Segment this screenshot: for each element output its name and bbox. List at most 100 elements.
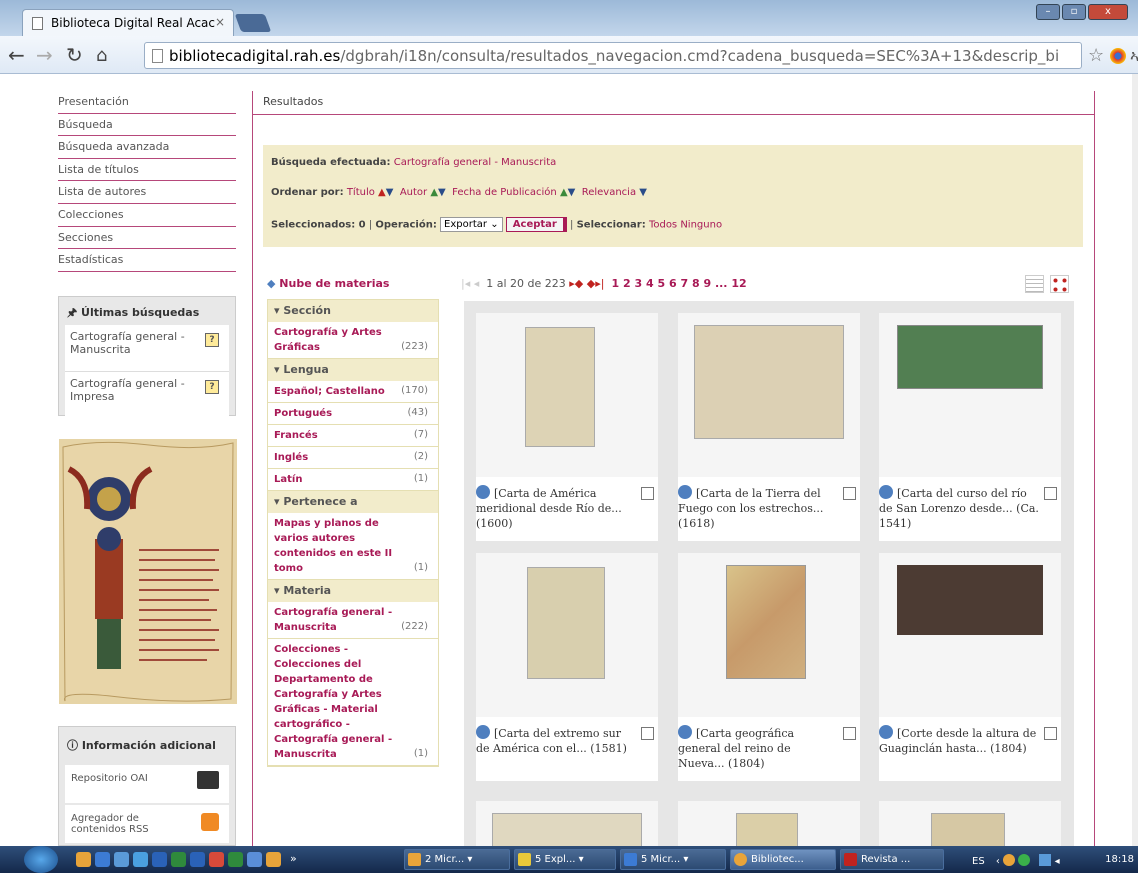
clock[interactable]: 18:18 [1105,854,1134,865]
result-card[interactable] [476,801,658,846]
sort-author[interactable]: Autor [400,187,427,198]
desktop-quicklaunch-icon[interactable] [95,852,110,867]
nav-busqueda[interactable]: Búsqueda [58,114,236,137]
facet-header[interactable]: ▾ Sección [268,300,438,322]
reload-icon[interactable]: ↻ [66,43,83,67]
last-page-icon[interactable]: ◆▸| [587,277,605,290]
result-thumbnail[interactable] [476,553,658,717]
language-indicator[interactable]: ES [972,856,985,867]
page-link[interactable]: ... 12 [715,277,747,290]
first-page-icon[interactable]: |◂ ◂ [461,277,479,290]
close-window-button[interactable]: x [1088,4,1128,20]
facet-item[interactable]: Cartografía general - Manuscrita (222) [268,602,438,639]
facet-item[interactable]: Francés (7) [268,425,438,447]
page-link[interactable]: 1 [611,277,619,290]
chrome-quicklaunch-icon[interactable] [76,852,91,867]
explorer-quicklaunch-icon[interactable] [114,852,129,867]
chrome-extension-icon[interactable] [1110,48,1126,64]
close-tab-icon[interactable]: × [215,15,225,29]
nav-estadisticas[interactable]: Estadísticas [58,249,236,272]
taskbar-button[interactable]: Bibliotec... [730,849,836,870]
outlook-quicklaunch-icon[interactable] [190,852,205,867]
result-thumbnail[interactable] [678,801,860,846]
page-link[interactable]: 7 [680,277,688,290]
nav-presentacion[interactable]: Presentación [58,91,236,114]
recent-search-item[interactable]: Cartografía general - Manuscrita? [65,325,229,371]
powerpoint-quicklaunch-icon[interactable] [209,852,224,867]
sort-asc-icon[interactable]: ▲ [430,187,438,198]
facet-header[interactable]: ▾ Materia [268,580,438,602]
list-view-icon[interactable] [1025,275,1044,293]
result-card[interactable] [879,801,1061,846]
page-link[interactable]: 6 [669,277,677,290]
excel-quicklaunch-icon[interactable] [171,852,186,867]
tray-icon[interactable] [1018,854,1031,866]
result-card[interactable]: [Carta geográfica general del reino de N… [678,553,860,781]
page-link[interactable]: 2 [623,277,631,290]
result-title[interactable]: [Carta de la Tierra del Fuego con los es… [678,487,823,530]
facet-item[interactable]: Mapas y planos de varios autores conteni… [268,513,438,580]
ie-quicklaunch-icon[interactable] [247,852,262,867]
volume-icon[interactable]: ◂ [1055,856,1060,867]
facet-item[interactable]: Español; Castellano (170) [268,381,438,403]
page-scrollbar[interactable] [1132,74,1138,846]
browser-tab[interactable]: Biblioteca Digital Real Acac × [22,9,234,36]
sort-relevance[interactable]: Relevancia [582,187,636,198]
page-link[interactable]: 8 [692,277,700,290]
next-page-icon[interactable]: ▸◆ [569,277,583,290]
maximize-button[interactable]: ▫ [1062,4,1086,20]
forward-icon[interactable]: → [36,43,53,67]
operation-select[interactable]: Exportar ⌄ [440,217,503,232]
result-card[interactable]: [Carta del extremo sur de América con el… [476,553,658,781]
sort-desc-icon[interactable]: ▼ [639,187,647,198]
page-link[interactable]: 4 [646,277,654,290]
result-thumbnail[interactable] [476,801,658,846]
grid-view-icon[interactable] [1049,275,1069,293]
result-title[interactable]: [Corte desde la altura de Guaginclán has… [879,727,1036,755]
result-thumbnail[interactable] [879,313,1061,477]
sort-date[interactable]: Fecha de Publicación [452,187,557,198]
nav-colecciones[interactable]: Colecciones [58,204,236,227]
wrench-icon[interactable]: ኣ [1130,46,1138,66]
facet-item[interactable]: Cartografía y Artes Gráficas (223) [268,322,438,359]
facet-item[interactable]: Colecciones - Colecciones del Departamen… [268,639,438,766]
sort-desc-icon[interactable]: ▼ [438,187,446,198]
taskbar-button[interactable]: 5 Expl... ▾ [514,849,616,870]
oai-repository-link[interactable]: Repositorio OAI [65,765,229,803]
page-link[interactable]: 3 [634,277,642,290]
sort-desc-icon[interactable]: ▼ [568,187,576,198]
taskbar-button[interactable]: 2 Micr... ▾ [404,849,510,870]
rss-aggregator-link[interactable]: Agregador de contenidos RSS [65,805,229,843]
result-card[interactable]: [Corte desde la altura de Guaginclán has… [879,553,1061,781]
tray-icon[interactable] [1003,854,1016,866]
result-title[interactable]: [Carta del curso del río de San Lorenzo … [879,487,1039,530]
back-icon[interactable]: ← [8,43,25,67]
select-checkbox[interactable] [1044,727,1057,740]
nav-busqueda-avanzada[interactable]: Búsqueda avanzada [58,136,236,159]
result-card[interactable] [678,801,860,846]
facet-item[interactable]: Latín (1) [268,469,438,491]
page-link[interactable]: 5 [657,277,665,290]
select-all-link[interactable]: Todos [649,220,677,231]
nav-lista-titulos[interactable]: Lista de títulos [58,159,236,182]
sort-desc-icon[interactable]: ▼ [386,187,394,198]
facet-header[interactable]: ▾ Pertenece a [268,491,438,513]
more-quicklaunch-icon[interactable]: » [290,852,297,865]
nav-secciones[interactable]: Secciones [58,227,236,250]
accept-button[interactable]: Aceptar [505,217,567,232]
recent-search-item[interactable]: Cartografía general - Impresa? [65,371,229,417]
result-card[interactable]: [Carta del curso del río de San Lorenzo … [879,313,1061,541]
app-quicklaunch-icon[interactable] [228,852,243,867]
nav-lista-autores[interactable]: Lista de autores [58,181,236,204]
result-card[interactable]: [Carta de América meridional desde Río d… [476,313,658,541]
sort-title[interactable]: Título [347,187,375,198]
taskbar-button[interactable]: Revista ... [840,849,944,870]
bookmark-star-icon[interactable]: ☆ [1088,45,1104,66]
result-thumbnail[interactable] [678,313,860,477]
result-thumbnail[interactable] [879,801,1061,846]
help-icon[interactable]: ? [205,380,219,394]
ie-quicklaunch-icon[interactable] [133,852,148,867]
address-bar[interactable]: bibliotecadigital.rah.es/dgbrah/i18n/con… [144,42,1082,69]
start-button[interactable] [24,846,58,873]
result-title[interactable]: [Carta geográfica general del reino de N… [678,727,794,770]
